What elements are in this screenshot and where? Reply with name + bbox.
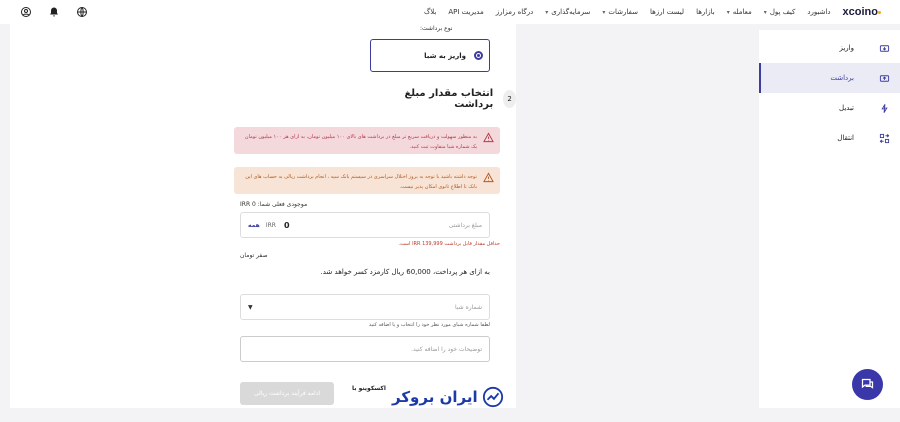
nav-menu-label: کیف پول [769,8,796,16]
warning-icon [483,172,494,183]
nav-menu-item[interactable]: لیست ارزها [650,8,684,16]
nav-menu-label: لیست ارزها [649,8,685,16]
wallet-sidebar: واریز برداشت تبدیل انتقال [759,30,900,408]
nav-menu-item[interactable]: بازارها [696,8,715,16]
withdraw-icon [878,72,890,84]
chevron-down-icon: ▾ [545,8,549,16]
sidebar-item-label: تبدیل [839,104,854,112]
step-title: انتخاب مقدار مبلغ برداشت [404,88,494,110]
nav-menu-item[interactable]: بلاگ [424,8,436,16]
xcoino-logo[interactable]: xcoino [843,6,882,18]
alert-sepah-bank: توجه داشته باشید با توجه به بروز اختلال … [234,167,500,194]
chevron-down-icon: ▼ [248,303,253,311]
step-number: 2 [503,90,516,108]
step-header: 2 انتخاب مقدار مبلغ برداشت [400,88,516,110]
chat-icon [861,378,874,389]
bell-icon[interactable] [48,6,60,18]
transfer-icon [878,132,890,144]
method-option-label: واریز به شبا [424,51,466,60]
brand-name: ایران بروکر [392,388,478,406]
continue-withdraw-button[interactable]: ادامه فرآیند برداشت ریالی [240,382,334,405]
iran-broker-logo: ایران بروکر [392,386,504,408]
radio-selected-icon[interactable] [474,51,483,60]
chevron-down-icon: ▾ [726,8,730,16]
nav-menu-item[interactable]: مدیریت API [448,8,483,16]
nav-menu-label: داشبورد [807,8,831,16]
sidebar-item-transfer[interactable]: انتقال [759,123,900,153]
sidebar-item-label: برداشت [830,74,854,82]
nav-menu-item[interactable]: معامله ▾ [727,8,752,16]
nav-menu-label: مدیریت API [448,8,484,16]
chevron-down-icon: ▾ [763,8,767,16]
alert-large-withdraw: به منظور سهولت و دریافت سریع تر مبلغ در … [234,127,500,154]
user-icon[interactable] [20,6,32,18]
nav-menu-item[interactable]: سرمایه‌گذاری ▾ [545,8,590,16]
alert-text: توجه داشته باشید با توجه به بروز اختلال … [245,174,477,190]
brand-chart-icon [482,386,503,408]
sidebar-item-label: انتقال [837,134,854,142]
logo-dot [878,10,881,14]
balance-label: موجودی فعلی شما: IRR 0 [240,201,308,208]
top-navbar: xcoino داشبورد کیف پول ▾ معامله ▾ بازارها لیست… [0,0,900,24]
nav-menu-label: درگاه رمزارز [495,8,534,16]
nav-menu-label: سفارشات [608,8,638,16]
description-input[interactable]: توضیحات خود را اضافه کنید. [240,336,490,362]
logo-text: xcoino [842,6,878,18]
chevron-down-icon: ▾ [602,8,606,16]
fee-note: به ازای هر پرداخت، 60,000 ریال کارمزد کس… [320,268,490,276]
sidebar-item-label: واریز [839,44,854,52]
nav-menu-label: بلاگ [423,8,437,16]
currency-label: IRR [265,221,276,229]
sheba-select[interactable]: شماره شبا ▼ [240,294,490,320]
amount-input[interactable]: مبلغ برداشتی 0 IRR همه [240,212,490,238]
withdraw-panel: نوع برداشت: واریز به شبا 2 انتخاب مقدار … [10,24,516,408]
alert-text: به منظور سهولت و دریافت سریع تر مبلغ در … [244,134,477,150]
nav-menu-item[interactable]: داشبورد [807,8,830,16]
nav-menu-item[interactable]: درگاه رمزارز [496,8,534,16]
nav-menu-item[interactable]: سفارشات ▾ [602,8,638,16]
nav-menu-label: بازارها [696,8,715,16]
all-button[interactable]: همه [248,222,260,229]
method-option-sheba[interactable]: واریز به شبا [370,39,490,72]
nav-menu-label: سرمایه‌گذاری [551,8,591,16]
nav-icons [20,6,88,18]
with-label: اکسکوینو با [352,385,386,392]
nav-menu-label: معامله [732,8,752,16]
main-menu: داشبورد کیف پول ▾ معامله ▾ بازارها لیست ارزها س… [412,8,831,16]
nav-menu-item[interactable]: کیف پول ▾ [764,8,796,16]
description-placeholder: توضیحات خود را اضافه کنید. [411,345,482,353]
sidebar-item-deposit[interactable]: واریز [759,33,900,63]
amount-value: 0 [283,220,290,230]
amount-placeholder: مبلغ برداشتی [448,221,482,229]
sidebar-item-convert[interactable]: تبدیل [759,93,900,123]
warning-icon [483,132,494,143]
sidebar-item-withdraw[interactable]: برداشت [759,63,900,93]
toman-equivalent: صفر تومان [240,252,268,259]
convert-icon [878,102,890,114]
sheba-hint: لطفا شماره شبای مورد نظر خود را انتخاب و… [368,322,490,328]
deposit-icon [878,42,890,54]
method-label: نوع برداشت: [420,25,453,32]
sheba-placeholder: شماره شبا [455,303,482,311]
min-amount-note: حداقل مقدار قابل برداشت IRR 139,999 است. [398,241,500,247]
globe-icon[interactable] [76,6,88,18]
chat-support-button[interactable] [852,369,883,400]
